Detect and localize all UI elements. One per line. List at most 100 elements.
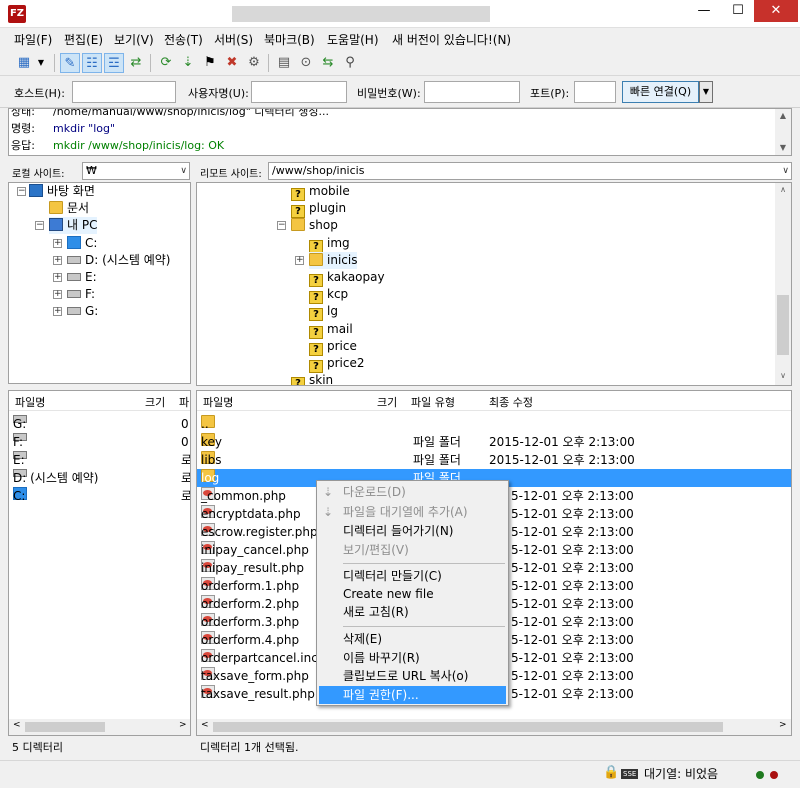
column-header-type[interactable]: 파 — [179, 394, 189, 410]
remote-path-combo[interactable]: /www/shop/inicis ∨ — [268, 162, 792, 180]
column-header-type[interactable]: 파일 유형 — [411, 394, 455, 410]
quickconnect-button[interactable]: 빠른 연결(Q) — [622, 81, 699, 103]
process-queue-icon[interactable]: ⇣ — [178, 53, 198, 73]
tree-node[interactable]: ? mobile — [291, 183, 350, 201]
log-scrollbar[interactable]: ▲ ▼ — [775, 109, 791, 155]
expand-icon[interactable]: + — [53, 273, 62, 282]
menu-item-rename[interactable]: 이름 바꾸기(R) — [319, 649, 506, 667]
list-item[interactable]: G: 0 — [9, 415, 190, 433]
expand-icon[interactable]: + — [53, 239, 62, 248]
list-item[interactable]: F: 0 — [9, 433, 190, 451]
compare-icon[interactable]: ⊙ — [296, 53, 316, 73]
menu-item-enter-directory[interactable]: 디렉터리 들어가기(N) — [319, 522, 506, 540]
scroll-up-icon[interactable]: ▲ — [775, 109, 791, 123]
column-header-size[interactable]: 크기 — [145, 394, 165, 410]
tree-node[interactable]: 내 PC — [49, 217, 98, 234]
dropdown-arrow-icon[interactable]: ▼ — [34, 53, 48, 73]
tree-node[interactable]: inicis — [309, 252, 358, 269]
minimize-button[interactable]: — — [688, 0, 720, 22]
expand-icon[interactable]: + — [53, 307, 62, 316]
menu-item-view-edit[interactable]: 보기/편집(V) — [319, 541, 506, 559]
filter-icon[interactable]: ▤ — [274, 53, 294, 73]
menu-file[interactable]: 파일(F) — [14, 31, 52, 48]
close-button[interactable]: ✕ — [754, 0, 798, 22]
column-header-name[interactable]: 파일명 — [203, 394, 233, 410]
menu-new-version[interactable]: 새 버전이 있습니다!(N) — [392, 31, 511, 48]
list-item[interactable]: C: 로 — [9, 487, 190, 505]
remote-tree-icon[interactable]: ☲ — [104, 53, 124, 73]
tree-node[interactable]: D: (시스템 예약) — [67, 252, 170, 269]
sync-browse-icon[interactable]: ⇆ — [318, 53, 338, 73]
message-log-icon[interactable]: ✎ — [60, 53, 80, 73]
tree-node[interactable]: C: — [67, 235, 97, 252]
disconnect-icon[interactable]: ✖ — [222, 53, 242, 73]
tree-node[interactable]: ? img — [309, 235, 350, 253]
tree-node[interactable]: ? kakaopay — [309, 269, 385, 287]
transfer-queue-icon[interactable]: ⇄ — [126, 53, 146, 73]
remote-list-hscrollbar[interactable]: < > — [197, 719, 791, 735]
local-tree-icon[interactable]: ☷ — [82, 53, 102, 73]
collapse-icon[interactable]: − — [17, 187, 26, 196]
table-row[interactable]: libs 파일 폴더 2015-12-01 오후 2:13:00 — [197, 451, 791, 469]
menu-server[interactable]: 서버(S) — [214, 31, 253, 48]
tree-node[interactable]: ? lg — [309, 303, 338, 321]
menu-item-copy-url[interactable]: 클립보드로 URL 복사(o) — [319, 667, 506, 685]
column-header-size[interactable]: 크기 — [377, 394, 397, 410]
tree-node[interactable]: E: — [67, 269, 97, 286]
scroll-right-icon[interactable]: > — [779, 720, 787, 730]
list-item[interactable]: E: 로 — [9, 451, 190, 469]
username-input[interactable] — [251, 81, 347, 103]
menu-item-add-to-queue[interactable]: ⇣ 파일을 대기열에 추가(A) — [319, 503, 506, 521]
table-row[interactable]: .. — [197, 415, 791, 433]
tree-node[interactable]: ? kcp — [309, 286, 348, 304]
tree-node[interactable]: 문서 — [49, 200, 89, 217]
expand-icon[interactable]: + — [295, 256, 304, 265]
reconnect-icon[interactable]: ⚙ — [244, 53, 264, 73]
local-list-hscrollbar[interactable]: < > — [9, 719, 190, 735]
local-path-combo[interactable]: ₩ ∨ — [82, 162, 190, 180]
quickconnect-history-dropdown[interactable]: ▼ — [699, 81, 713, 103]
tree-node[interactable]: shop — [291, 217, 338, 234]
maximize-button[interactable]: ☐ — [722, 0, 754, 22]
scroll-left-icon[interactable]: < — [201, 720, 209, 730]
cancel-icon[interactable]: ⚑ — [200, 53, 220, 73]
scroll-down-icon[interactable]: ∨ — [775, 369, 791, 383]
tree-node[interactable]: ? price — [309, 338, 357, 356]
menu-transfer[interactable]: 전송(T) — [164, 31, 203, 48]
table-row[interactable]: key 파일 폴더 2015-12-01 오후 2:13:00 — [197, 433, 791, 451]
menu-item-create-directory[interactable]: 디렉터리 만들기(C) — [319, 567, 506, 585]
site-manager-icon[interactable]: ▦ — [14, 53, 34, 73]
menu-item-file-permissions[interactable]: 파일 권한(F)... — [319, 686, 506, 704]
column-header-name[interactable]: 파일명 — [15, 394, 45, 410]
scroll-up-icon[interactable]: ∧ — [775, 183, 791, 197]
password-input[interactable] — [424, 81, 520, 103]
tree-node[interactable]: F: — [67, 286, 95, 303]
tree-node[interactable]: ? skin — [291, 372, 333, 385]
scroll-thumb[interactable] — [777, 295, 789, 355]
list-item[interactable]: D: (시스템 예약) 로 — [9, 469, 190, 487]
expand-icon[interactable]: + — [53, 290, 62, 299]
menu-item-refresh[interactable]: 새로 고침(R) — [319, 603, 506, 621]
port-input[interactable] — [574, 81, 616, 103]
remote-tree-scrollbar[interactable]: ∧ ∨ — [775, 183, 791, 385]
scroll-thumb[interactable] — [25, 722, 105, 732]
menu-bookmarks[interactable]: 북마크(B) — [264, 31, 315, 48]
scroll-right-icon[interactable]: > — [179, 720, 187, 730]
tree-node[interactable]: 바탕 화면 — [29, 183, 95, 200]
tree-node[interactable]: G: — [67, 303, 98, 320]
expand-icon[interactable]: + — [53, 256, 62, 265]
tree-node[interactable]: ? plugin — [291, 200, 346, 218]
menu-help[interactable]: 도움말(H) — [327, 31, 379, 48]
collapse-icon[interactable]: − — [277, 221, 286, 230]
scroll-thumb[interactable] — [213, 722, 723, 732]
host-input[interactable] — [72, 81, 176, 103]
menu-item-download[interactable]: ⇣ 다운로드(D) — [319, 483, 506, 501]
refresh-icon[interactable]: ⟳ — [156, 53, 176, 73]
menu-edit[interactable]: 편집(E) — [64, 31, 103, 48]
menu-item-create-file[interactable]: Create new file — [319, 585, 506, 603]
menu-item-delete[interactable]: 삭제(E) — [319, 630, 506, 648]
collapse-icon[interactable]: − — [35, 221, 44, 230]
menu-view[interactable]: 보기(V) — [114, 31, 154, 48]
search-icon[interactable]: ⚲ — [340, 53, 360, 73]
tree-node[interactable]: ? price2 — [309, 355, 365, 373]
